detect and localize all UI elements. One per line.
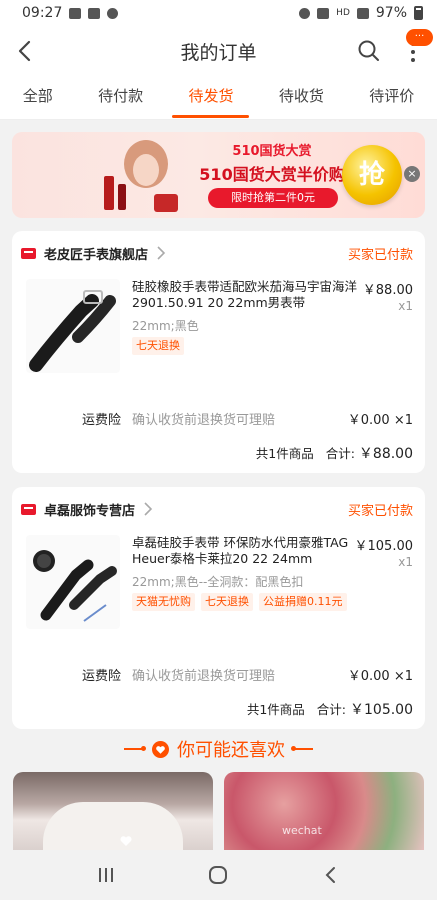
recommend-header: 你可能还喜欢: [0, 737, 437, 761]
app-header: 09:27 HD 97% 我的订单 ··· 全部 待付款 待发货 待收货 待评价: [0, 0, 437, 120]
promo-banner[interactable]: 510国货大赏 510国货大赏半价购 限时抢第二件0元 抢 ×: [12, 132, 425, 218]
tab-all[interactable]: 全部: [17, 76, 59, 120]
product-image[interactable]: [26, 535, 120, 629]
heart-icon: [120, 836, 132, 846]
product-quantity: x1: [398, 555, 413, 569]
recent-apps-icon[interactable]: [95, 864, 117, 886]
message-notification-icon: [69, 7, 82, 19]
shipping-insurance-value: ￥0.00 ×1: [347, 413, 413, 428]
heart-icon: [152, 740, 169, 758]
total-label: 合计:: [325, 446, 355, 461]
tab-pending-shipment[interactable]: 待发货: [172, 76, 250, 120]
item-count: 共1件商品: [246, 702, 305, 717]
shipping-insurance-row: 运费险 确认收货前退换货可理赔 ￥0.00 ×1: [12, 401, 425, 433]
product-price: ￥88.00: [362, 283, 413, 298]
product-title[interactable]: 硅胶橡胶手表带适配欧米茄海马宇宙海洋2901.50.91 20 22mm男表带: [132, 279, 357, 311]
product-quantity: x1: [398, 299, 413, 313]
order-total: 共1件商品 合计: ￥105.00: [247, 699, 413, 719]
system-nav-bar: [0, 850, 437, 900]
banner-cta-button[interactable]: 限时抢第二件0元: [208, 188, 338, 208]
divider-line: [124, 746, 146, 751]
taobao-notification-icon: [88, 7, 101, 19]
message-badge[interactable]: ···: [406, 29, 433, 46]
order-status: 买家已付款: [347, 503, 413, 519]
total-label: 合计:: [316, 702, 347, 717]
chevron-right-icon: [157, 246, 166, 260]
shop-header[interactable]: 老皮匠手表旗舰店 买家已付款: [12, 231, 425, 275]
status-time: 09:27: [22, 5, 63, 21]
service-tag: 天猫无忧购: [132, 593, 195, 611]
shipping-insurance-row: 运费险 确认收货前退换货可理赔 ￥0.00 ×1: [12, 657, 425, 689]
network-type: HD: [336, 8, 350, 18]
home-icon[interactable]: [207, 864, 229, 886]
divider-line: [291, 746, 313, 751]
service-tag: 公益捐赠0.11元: [259, 593, 347, 611]
order-tabs: 全部 待付款 待发货 待收货 待评价: [0, 76, 437, 120]
total-amount: ￥105.00: [350, 702, 413, 718]
item-count: 共1件商品: [255, 446, 314, 461]
tab-pending-receipt[interactable]: 待收货: [273, 76, 330, 120]
total-amount: ￥88.00: [358, 446, 413, 462]
tmall-icon: [21, 247, 36, 259]
order-card: 卓磊服饰专营店 买家已付款 卓磊硅胶手表带 环保防水代用豪雅TAG Heuer泰…: [12, 487, 425, 729]
banner-model-image: [104, 140, 178, 212]
shipping-insurance-label: 运费险: [82, 413, 122, 428]
status-bar: 09:27 HD 97%: [0, 0, 437, 26]
watermark-text: wechat: [282, 824, 322, 837]
service-tag: 七天退换: [201, 593, 253, 611]
shop-name[interactable]: 老皮匠手表旗舰店: [44, 244, 148, 263]
watch-strap-image: [29, 290, 116, 372]
product-title[interactable]: 卓磊硅胶手表带 环保防水代用豪雅TAG Heuer泰格卡莱拉20 22 24mm: [132, 535, 357, 567]
service-tag: 七天退换: [132, 337, 184, 355]
recommend-card[interactable]: [13, 772, 213, 852]
order-item[interactable]: 卓磊硅胶手表带 环保防水代用豪雅TAG Heuer泰格卡莱拉20 22 24mm…: [12, 531, 425, 635]
battery-percent: 97%: [375, 5, 407, 21]
mute-icon: [299, 7, 311, 19]
signal-icon: [356, 7, 369, 19]
shipping-insurance-label: 运费险: [82, 669, 122, 684]
recommend-product-image: [43, 802, 183, 852]
product-spec: 22mm;黑色--全洞款：配黑色扣: [132, 575, 304, 589]
nav-bar: 我的订单 ···: [0, 26, 437, 76]
banner-title: 510国货大赏半价购: [199, 165, 345, 184]
chevron-right-icon: [144, 502, 153, 516]
back-icon[interactable]: [320, 864, 342, 886]
tab-pending-payment[interactable]: 待付款: [92, 76, 149, 120]
product-image[interactable]: [26, 279, 120, 373]
recommend-card[interactable]: wechat: [224, 772, 424, 852]
tmall-icon: [21, 503, 36, 515]
app-notification-icon: [107, 7, 119, 19]
watch-strap-image: [33, 550, 117, 622]
order-item[interactable]: 硅胶橡胶手表带适配欧米茄海马宇宙海洋2901.50.91 20 22mm男表带 …: [12, 275, 425, 379]
shipping-insurance-desc: 确认收货前退换货可理赔: [132, 413, 276, 428]
page-title: 我的订单: [180, 41, 257, 64]
order-card: 老皮匠手表旗舰店 买家已付款 硅胶橡胶手表带适配欧米茄海马宇宙海洋2901.50…: [12, 231, 425, 473]
shop-name[interactable]: 卓磊服饰专营店: [44, 500, 135, 519]
search-icon[interactable]: [357, 39, 381, 63]
back-arrow-icon[interactable]: [14, 38, 40, 64]
close-icon[interactable]: ×: [404, 166, 420, 182]
banner-grab-button[interactable]: 抢: [342, 145, 402, 205]
tab-pending-review[interactable]: 待评价: [363, 76, 420, 120]
product-price: ￥105.00: [354, 539, 414, 554]
shop-header[interactable]: 卓磊服饰专营店 买家已付款: [12, 487, 425, 531]
order-total: 共1件商品 合计: ￥88.00: [256, 443, 413, 463]
battery-icon: [414, 6, 423, 20]
product-spec: 22mm;黑色: [132, 319, 199, 333]
shipping-insurance-value: ￥0.00 ×1: [347, 669, 413, 684]
recommend-title: 你可能还喜欢: [177, 740, 285, 761]
banner-subtitle: 510国货大赏: [232, 144, 312, 159]
order-status: 买家已付款: [347, 247, 413, 263]
shipping-insurance-desc: 确认收货前退换货可理赔: [132, 669, 276, 684]
wifi-icon: [317, 7, 330, 19]
